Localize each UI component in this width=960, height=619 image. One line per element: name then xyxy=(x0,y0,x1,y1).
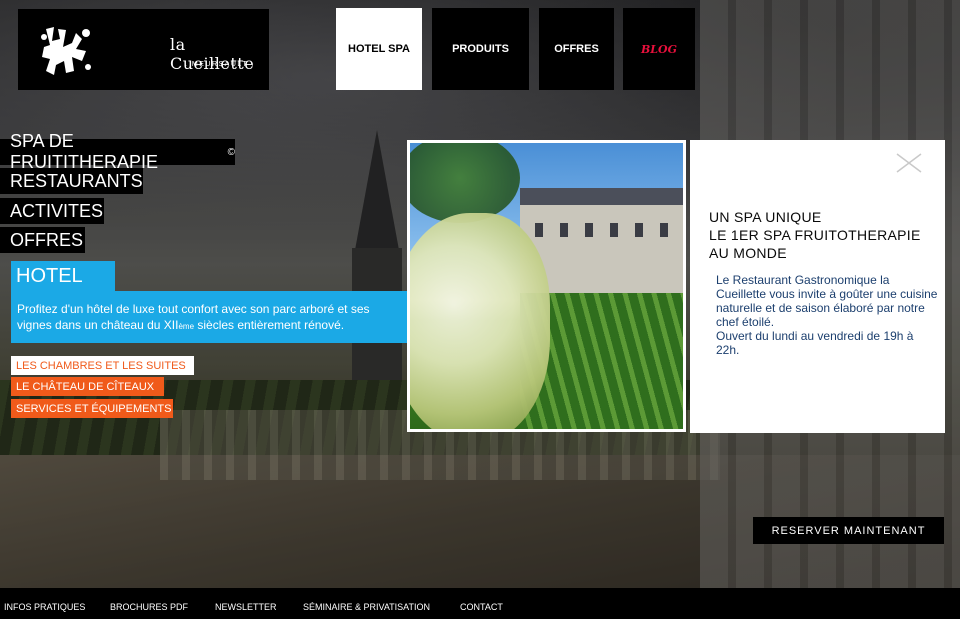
logo-subtitle: . MEURSAULT . xyxy=(185,61,255,68)
info-hours: Ouvert du lundi au vendredi de 19h à 22h… xyxy=(716,329,914,357)
photo-grapes xyxy=(410,213,550,429)
reserve-button[interactable]: RESERVER MAINTENANT xyxy=(753,517,944,544)
link-chambres-suites[interactable]: LES CHAMBRES ET LES SUITES xyxy=(11,356,194,375)
footer-link-infos[interactable]: INFOS PRATIQUES xyxy=(4,602,85,612)
info-title-line: AU MONDE xyxy=(709,245,787,261)
tab-offres[interactable]: OFFRES xyxy=(539,8,614,90)
photo-window xyxy=(535,223,543,237)
photo-window xyxy=(585,223,593,237)
photo-window xyxy=(610,223,618,237)
info-title: UN SPA UNIQUE LE 1ER SPA FRUITOTHERAPIE … xyxy=(709,208,934,262)
info-body: Le Restaurant Gastronomique la Cueillett… xyxy=(716,273,938,357)
info-body-text: Le Restaurant Gastronomique la Cueillett… xyxy=(716,273,938,329)
photo-image xyxy=(410,143,683,429)
info-panel: UN SPA UNIQUE LE 1ER SPA FRUITOTHERAPIE … xyxy=(690,140,945,433)
footer-link-seminaire[interactable]: SÉMINAIRE & PRIVATISATION xyxy=(303,602,430,612)
tab-blog[interactable]: BLOG xyxy=(623,8,695,90)
info-title-line: UN SPA UNIQUE xyxy=(709,209,822,225)
chateau-photo xyxy=(407,140,686,432)
sidenav-item-offres[interactable]: OFFRES xyxy=(0,227,85,253)
photo-leaves xyxy=(410,143,520,223)
logo[interactable]: la Cueillette . MEURSAULT . xyxy=(18,9,269,90)
close-icon[interactable] xyxy=(895,152,923,174)
info-title-line: LE 1ER SPA FRUITOTHERAPIE xyxy=(709,227,921,243)
sidenav-item-spa[interactable]: SPA DE FRUITITHERAPIE © xyxy=(0,131,235,172)
footer: INFOS PRATIQUES BROCHURES PDF NEWSLETTER… xyxy=(0,588,960,619)
photo-window xyxy=(560,223,568,237)
hotel-desc-part-b: siècles entièrement rénové. xyxy=(194,318,345,332)
footer-link-contact[interactable]: CONTACT xyxy=(460,602,503,612)
copyright-mark: © xyxy=(227,146,235,158)
hotel-desc-sup: ème xyxy=(178,322,195,331)
hotel-heading: HOTEL xyxy=(11,261,115,291)
logo-mark-icon xyxy=(41,27,91,75)
photo-window xyxy=(660,223,668,237)
photo-window xyxy=(635,223,643,237)
tab-hotel-spa[interactable]: HOTEL SPA xyxy=(336,8,422,90)
sidenav-label-spa: SPA DE FRUITITHERAPIE xyxy=(10,131,159,172)
tab-produits[interactable]: PRODUITS xyxy=(432,8,529,90)
sidenav-item-restaurants[interactable]: RESTAURANTS xyxy=(0,168,143,194)
link-services-equipements[interactable]: SERVICES ET ÉQUIPEMENTS xyxy=(11,399,173,418)
hotel-description: Profitez d'un hôtel de luxe tout confort… xyxy=(11,291,409,343)
footer-link-brochures[interactable]: BROCHURES PDF xyxy=(110,602,188,612)
sidenav-item-activites[interactable]: ACTIVITES xyxy=(0,198,104,224)
footer-link-newsletter[interactable]: NEWSLETTER xyxy=(215,602,277,612)
link-chateau-citeaux[interactable]: LE CHÂTEAU DE CÎTEAUX xyxy=(11,377,164,396)
